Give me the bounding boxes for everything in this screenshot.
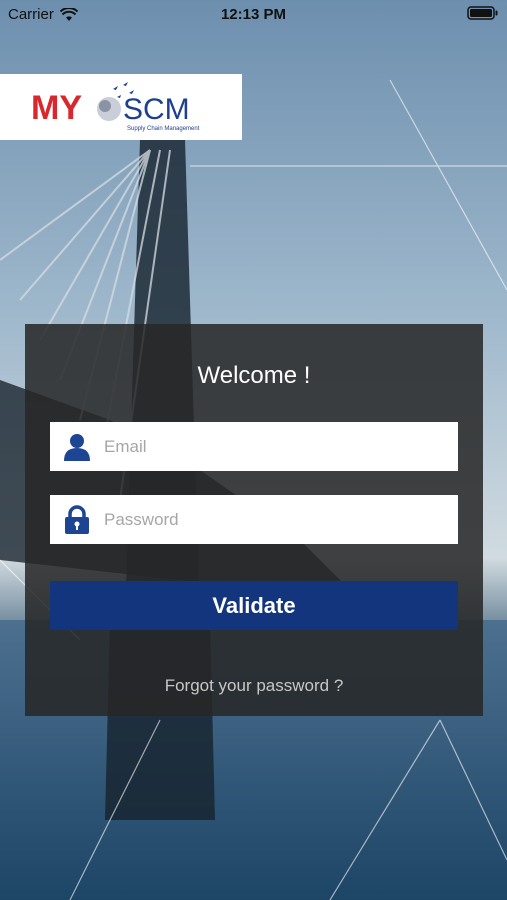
status-bar: Carrier 12:13 PM — [0, 0, 507, 28]
forgot-password-link[interactable]: Forgot your password ? — [25, 676, 483, 696]
welcome-title: Welcome ! — [197, 362, 311, 389]
battery-icon — [467, 6, 499, 24]
email-field[interactable] — [50, 422, 458, 471]
user-icon — [62, 432, 92, 462]
logo-text-scm: SCM — [123, 93, 190, 126]
clock: 12:13 PM — [220, 6, 287, 23]
logo-text-my: MY — [31, 89, 82, 127]
lock-icon — [62, 504, 92, 535]
login-card: Welcome ! Validate Forgot your password … — [25, 324, 483, 716]
password-input[interactable] — [104, 495, 458, 544]
password-field[interactable] — [50, 495, 458, 544]
email-input[interactable] — [104, 422, 458, 471]
validate-button[interactable]: Validate — [50, 581, 458, 630]
logo-tagline: Supply Chain Management — [127, 126, 200, 132]
myscm-logo: MY SCM Supply Chain Management — [0, 74, 242, 140]
